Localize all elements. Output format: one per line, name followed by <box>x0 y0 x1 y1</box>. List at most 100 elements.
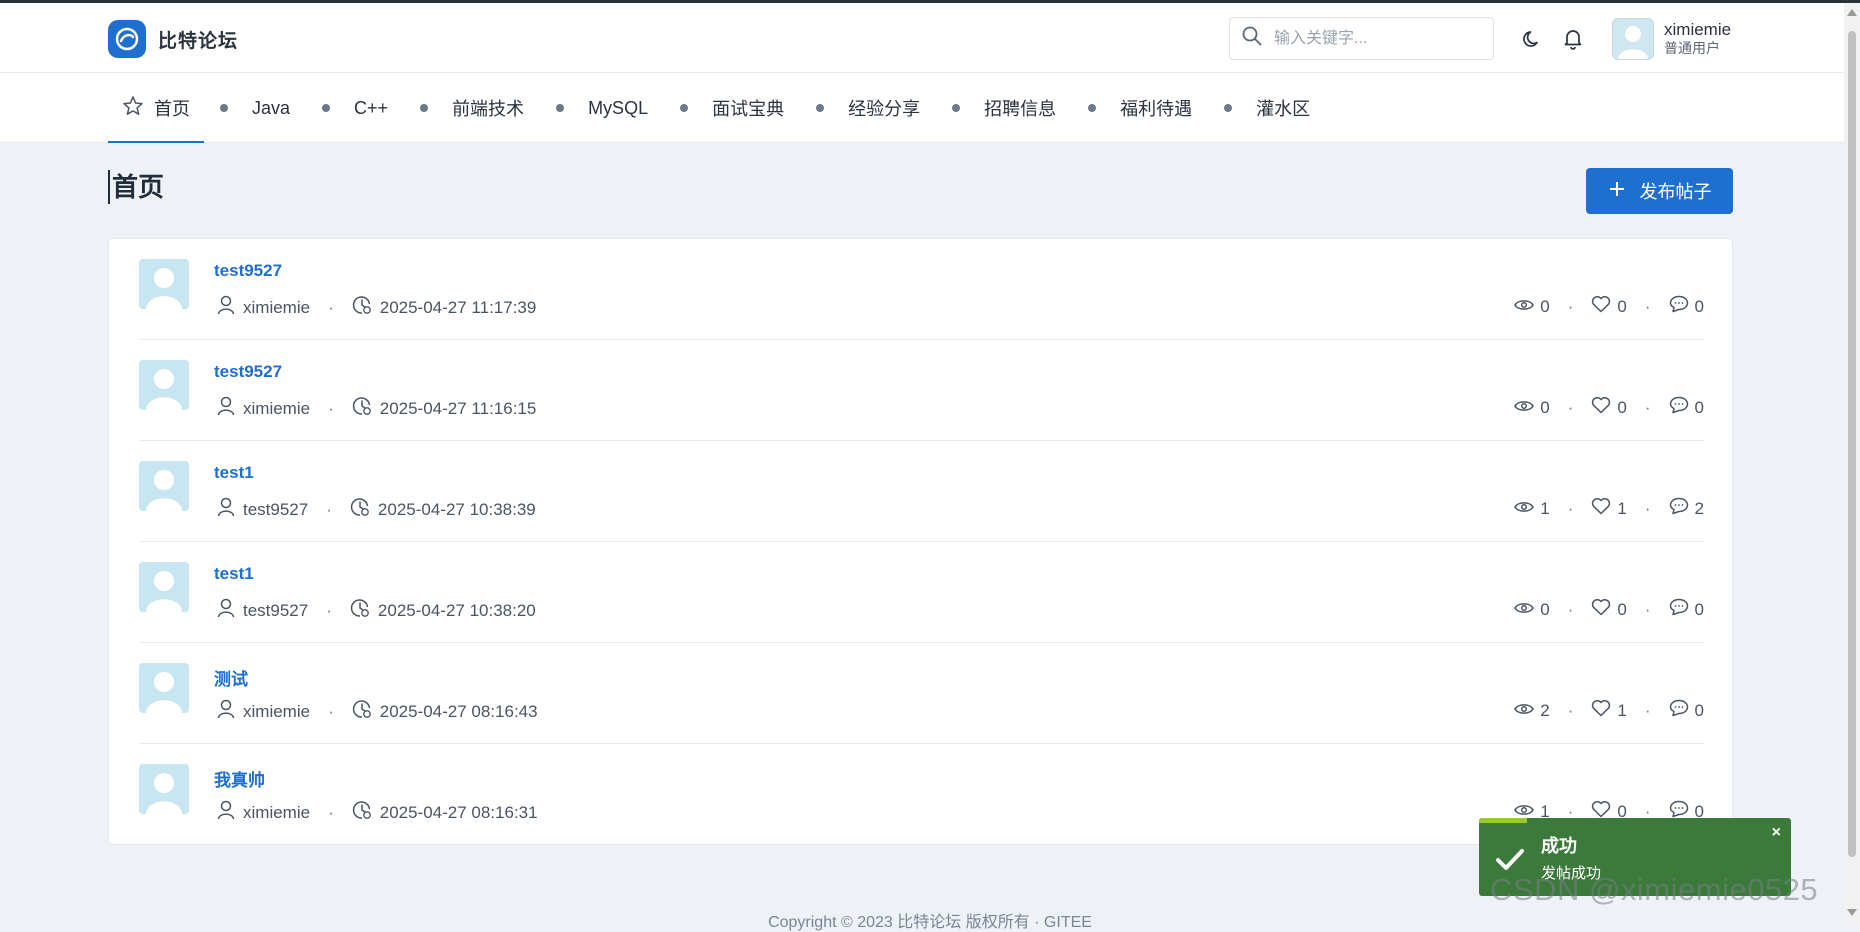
author-avatar[interactable] <box>139 562 189 612</box>
clock-icon <box>350 497 370 522</box>
scroll-down-arrow-icon[interactable] <box>1847 909 1857 916</box>
author-avatar[interactable] <box>139 360 189 410</box>
view-count: 0 <box>1540 296 1550 316</box>
separator-dot: · <box>1567 498 1574 518</box>
bullet-dot-icon <box>1088 104 1097 112</box>
comment-count: 0 <box>1694 599 1704 619</box>
nav-item-experience[interactable]: 经验分享 <box>800 73 936 143</box>
heart-icon <box>1591 295 1611 318</box>
view-count: 2 <box>1540 700 1550 720</box>
separator-dot: · <box>1567 700 1574 720</box>
page-scrollbar[interactable] <box>1844 3 1860 925</box>
comment-icon <box>1669 699 1689 722</box>
separator-dot: · <box>328 802 334 822</box>
post-author[interactable]: ximiemie <box>243 702 310 722</box>
user-icon <box>217 497 235 522</box>
post-title[interactable]: 测试 <box>214 665 248 690</box>
plus-icon <box>1608 180 1626 203</box>
dark-mode-moon-icon[interactable] <box>1520 27 1544 51</box>
comment-count: 0 <box>1694 397 1704 417</box>
user-name: ximiemie <box>1664 20 1732 39</box>
author-avatar[interactable] <box>139 663 189 713</box>
post-title[interactable]: test1 <box>214 564 254 584</box>
user-icon <box>217 295 235 320</box>
user-role: 普通用户 <box>1664 40 1720 56</box>
scroll-thumb[interactable] <box>1848 31 1856 857</box>
nav-item-benefits[interactable]: 福利待遇 <box>1072 73 1208 143</box>
nav-item-mysql[interactable]: MySQL <box>540 73 664 143</box>
author-avatar[interactable] <box>139 259 189 309</box>
nav-item-label: 首页 <box>154 99 190 119</box>
publish-post-button[interactable]: 发布帖子 <box>1586 168 1733 214</box>
separator-dot: · <box>326 600 332 620</box>
separator-dot: · <box>328 297 334 317</box>
bullet-dot-icon <box>680 104 689 112</box>
notification-bell-icon[interactable] <box>1561 27 1585 51</box>
search-box[interactable] <box>1229 17 1494 60</box>
comment-icon <box>1669 396 1689 419</box>
heart-icon <box>1591 497 1611 520</box>
author-avatar[interactable] <box>139 764 189 814</box>
nav-item-home[interactable]: 首页 <box>108 73 204 143</box>
brand[interactable]: 比特论坛 <box>108 19 238 59</box>
post-row[interactable]: test9527 ximiemie · 2025-04-27 11:17:39 … <box>139 239 1704 340</box>
clock-icon <box>352 699 372 724</box>
like-count: 0 <box>1617 397 1627 417</box>
toast-close-button[interactable]: × <box>1772 824 1781 842</box>
clock-icon <box>350 598 370 623</box>
post-row[interactable]: 我真帅 ximiemie · 2025-04-27 08:16:31 1 · 0… <box>139 744 1704 845</box>
post-title[interactable]: 我真帅 <box>214 766 265 791</box>
separator-dot: · <box>1567 397 1574 417</box>
post-author[interactable]: test9527 <box>243 500 308 520</box>
post-author[interactable]: test9527 <box>243 601 308 621</box>
post-row[interactable]: test9527 ximiemie · 2025-04-27 11:16:15 … <box>139 340 1704 441</box>
like-count: 1 <box>1617 498 1627 518</box>
scroll-up-arrow-icon[interactable] <box>1847 9 1857 16</box>
nav-item-label: MySQL <box>588 97 649 118</box>
nav-item-jobs[interactable]: 招聘信息 <box>936 73 1072 143</box>
bullet-dot-icon <box>420 104 429 112</box>
bullet-dot-icon <box>322 104 331 112</box>
comment-count: 0 <box>1694 296 1704 316</box>
separator-dot: · <box>1644 599 1651 619</box>
eye-icon <box>1514 398 1535 418</box>
post-author[interactable]: ximiemie <box>243 399 310 419</box>
post-title[interactable]: test9527 <box>214 261 282 281</box>
nav-item-frontend[interactable]: 前端技术 <box>404 73 540 143</box>
user-avatar <box>1612 18 1654 60</box>
separator-dot: · <box>1644 700 1651 720</box>
nav-item-cpp[interactable]: C++ <box>306 73 404 143</box>
like-count: 0 <box>1617 296 1627 316</box>
post-row[interactable]: 测试 ximiemie · 2025-04-27 08:16:43 2 · 1 … <box>139 643 1704 744</box>
bullet-dot-icon <box>1224 104 1233 112</box>
star-icon <box>122 95 144 122</box>
user-menu[interactable]: ximiemie 普通用户 <box>1612 15 1731 63</box>
post-row[interactable]: test1 test9527 · 2025-04-27 10:38:39 1 · <box>139 441 1704 542</box>
post-row[interactable]: test1 test9527 · 2025-04-27 10:38:20 0 · <box>139 542 1704 643</box>
brand-name: 比特论坛 <box>158 30 239 52</box>
separator-dot: · <box>326 499 332 519</box>
nav-item-interview[interactable]: 面试宝典 <box>664 73 800 143</box>
nav-item-water[interactable]: 灌水区 <box>1208 73 1326 143</box>
user-icon <box>217 598 235 623</box>
comment-count: 0 <box>1694 700 1704 720</box>
nav-item-label: 灌水区 <box>1256 99 1311 119</box>
top-header: 比特论坛 ximiemie 普通用户 <box>0 3 1844 73</box>
separator-dot: · <box>1567 599 1574 619</box>
eye-icon <box>1514 600 1535 620</box>
post-author[interactable]: ximiemie <box>243 298 310 318</box>
bullet-dot-icon <box>952 104 961 112</box>
like-count: 0 <box>1617 599 1627 619</box>
view-count: 0 <box>1540 397 1550 417</box>
post-title[interactable]: test9527 <box>214 362 282 382</box>
author-avatar[interactable] <box>139 461 189 511</box>
comment-icon <box>1669 598 1689 621</box>
nav-item-java[interactable]: Java <box>204 73 306 143</box>
separator-dot: · <box>1567 296 1574 316</box>
post-author[interactable]: ximiemie <box>243 803 310 823</box>
search-input[interactable] <box>1272 28 1472 49</box>
nav-item-label: 经验分享 <box>848 99 921 119</box>
post-title[interactable]: test1 <box>214 463 254 483</box>
watermark: CSDN @ximiemie0525 <box>1490 872 1819 907</box>
post-time: 2025-04-27 10:38:39 <box>377 499 536 519</box>
